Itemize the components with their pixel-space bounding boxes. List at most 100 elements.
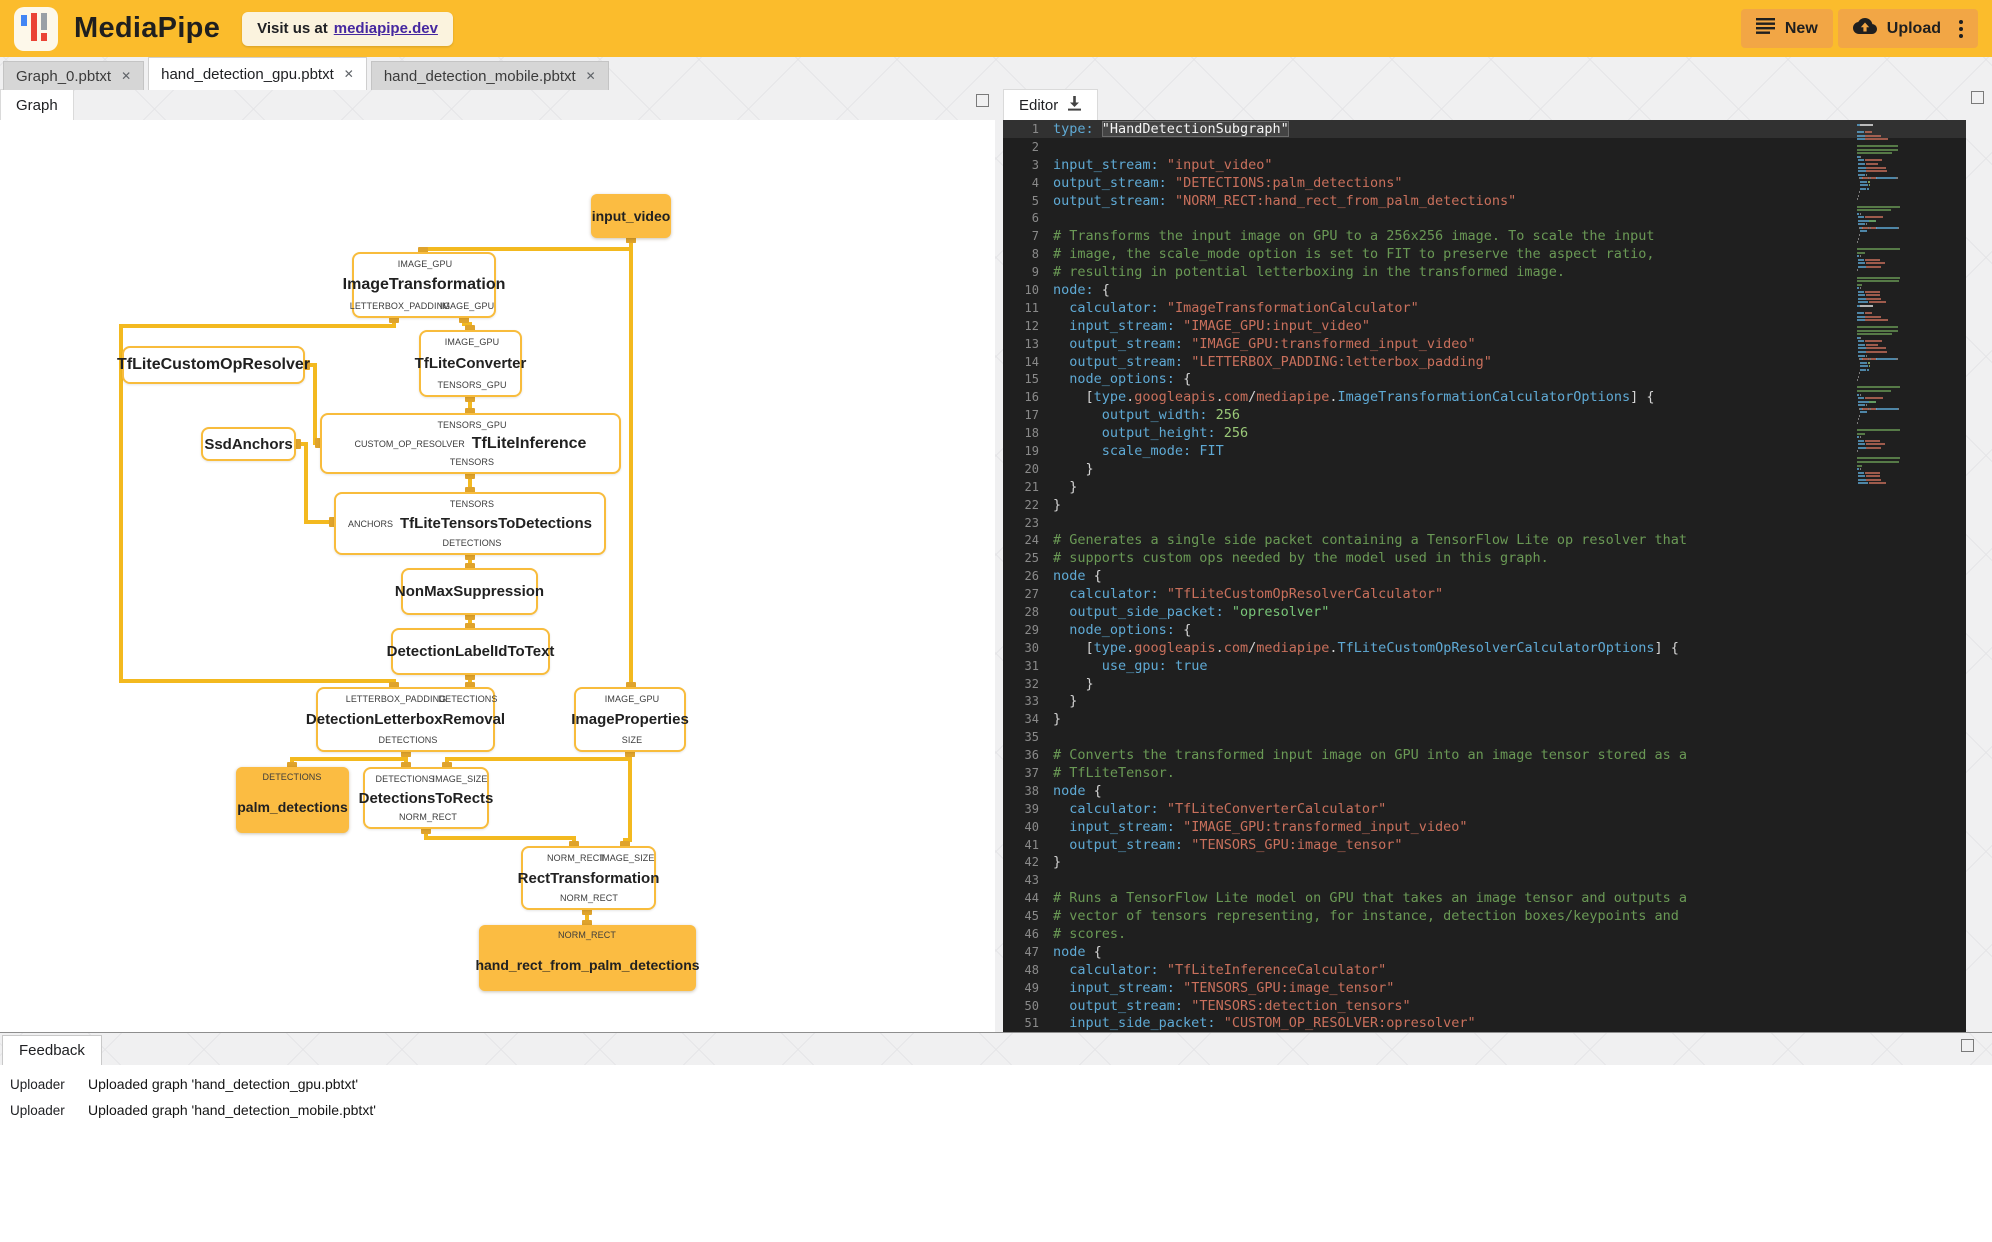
file-tab-label: hand_detection_gpu.pbtxt: [161, 65, 334, 83]
code-line: 4 output_stream: "DETECTIONS:palm_detecti…: [1003, 174, 1966, 192]
line-number: 7: [1031, 229, 1039, 244]
graph-node-TfLiteConverter[interactable]: IMAGE_GPU TENSORS_GPU TfLiteConverter: [415, 330, 526, 397]
line-number: 46: [1024, 927, 1039, 942]
node-title: hand_rect_from_palm_detections: [475, 956, 700, 973]
graph-edge: [445, 752, 632, 767]
tab-graph-label: Graph: [16, 96, 58, 114]
code-line: 37 # TfLiteTensor.: [1003, 764, 1966, 782]
line-number: 10: [1024, 282, 1039, 297]
code-line: 1 type: "HandDetectionSubgraph": [1003, 120, 1966, 138]
graph-node-DetectionLabelIdToText[interactable]: DetectionLabelIdToText: [387, 628, 554, 675]
code-line: 31 use_gpu: true: [1003, 657, 1966, 675]
graph-canvas[interactable]: input_video IMAGE_GPU LETTERBOX_PADDING IMA…: [0, 120, 995, 1032]
graph-node-TfLiteCustomOpResolver[interactable]: TfLiteCustomOpResolver: [117, 346, 310, 384]
tab-feedback[interactable]: Feedback: [2, 1035, 102, 1065]
code-editor[interactable]: 1 type: "HandDetectionSubgraph" 2 3 input_st…: [1003, 120, 1966, 1032]
graph-node-DetectionLetterboxRemoval[interactable]: LETTERBOX_PADDING DETECTIONS DETECTIONS Det…: [306, 687, 505, 752]
line-number: 30: [1024, 640, 1039, 655]
line-number: 28: [1024, 604, 1039, 619]
code-line: 43: [1003, 871, 1966, 889]
upload-button-label: Upload: [1886, 19, 1941, 37]
line-number: 9: [1031, 265, 1039, 280]
close-tab-icon[interactable]: ✕: [344, 67, 354, 81]
file-tab-label: Graph_0.pbtxt: [16, 67, 112, 85]
node-title: DetectionLabelIdToText: [386, 643, 555, 660]
code-line: 17 output_width: 256: [1003, 406, 1966, 424]
graph-node-ImageProperties[interactable]: IMAGE_GPU SIZE ImageProperties: [571, 687, 689, 752]
node-title: TfLiteCustomOpResolver: [117, 356, 310, 373]
graph-node-TfLiteTensorsToDetections[interactable]: TENSORS DETECTIONS ANCHORS TfLiteTensorsToD…: [334, 492, 606, 555]
graph-node-palm_detections[interactable]: DETECTIONS palm_detections: [236, 767, 349, 833]
file-tab-hand_detection_gpu.pbtxt[interactable]: hand_detection_gpu.pbtxt ✕: [148, 57, 367, 90]
graph-node-ImageTransformation[interactable]: IMAGE_GPU LETTERBOX_PADDING IMAGE_GPU Image…: [343, 252, 505, 318]
code-line: 39 calculator: "TfLiteConverterCalculato…: [1003, 800, 1966, 818]
feedback-source: Uploader: [10, 1102, 65, 1118]
line-number: 25: [1024, 551, 1039, 566]
line-number: 35: [1024, 730, 1039, 745]
graph-node-DetectionsToRects[interactable]: DETECTIONS IMAGE_SIZE NORM_RECT DetectionsT…: [359, 767, 493, 829]
graph-node-input_video[interactable]: input_video: [591, 194, 671, 238]
node-title: input_video: [591, 208, 671, 224]
graph-popout-icon[interactable]: [976, 94, 989, 107]
visit-text: Visit us at: [257, 20, 328, 37]
editor-popout-icon[interactable]: [1971, 91, 1984, 104]
feedback-popout-icon[interactable]: [1961, 1039, 1974, 1052]
line-number: 45: [1024, 909, 1039, 924]
node-title: palm_detections: [237, 798, 348, 815]
graph-edge: [424, 829, 576, 846]
upload-button[interactable]: Upload: [1837, 9, 1978, 48]
line-number: 14: [1024, 354, 1039, 369]
graph-node-hand_rect_from_palm_detections[interactable]: NORM_RECT hand_rect_from_palm_detections: [475, 925, 700, 991]
line-number: 27: [1024, 587, 1039, 602]
code-line: 28 output_side_packet: "opresolver": [1003, 603, 1966, 621]
line-number: 22: [1024, 497, 1039, 512]
line-number: 41: [1024, 837, 1039, 852]
line-number: 47: [1024, 944, 1039, 959]
graph-edge: [623, 752, 632, 846]
code-line: 19 scale_mode: FIT: [1003, 442, 1966, 460]
tab-editor[interactable]: Editor: [1003, 89, 1099, 120]
code-line: 27 calculator: "TfLiteCustomOpResolverCa…: [1003, 585, 1966, 603]
app-header: MediaPipe Visit us at mediapipe.dev New: [0, 0, 1992, 57]
more-options-icon[interactable]: [1951, 19, 1963, 38]
visit-link[interactable]: mediapipe.dev: [334, 20, 438, 37]
code-line: 48 calculator: "TfLiteInferenceCalculato…: [1003, 961, 1966, 979]
code-line: 45 # vector of tensors representing, for …: [1003, 907, 1966, 925]
code-line: 35: [1003, 728, 1966, 746]
line-number: 51: [1024, 1016, 1039, 1031]
line-number: 4: [1031, 175, 1039, 190]
new-button[interactable]: New: [1740, 9, 1833, 48]
graph-node-TfLiteInference[interactable]: TENSORS_GPU TENSORS CUSTOM_OP_RESOLVER TfLi…: [320, 413, 621, 474]
graph-edge: [305, 363, 320, 445]
close-tab-icon[interactable]: ✕: [586, 69, 596, 83]
line-number: 37: [1024, 766, 1039, 780]
line-number: 3: [1031, 157, 1039, 172]
code-line: 13 output_stream: "IMAGE_GPU:transformed…: [1003, 335, 1966, 353]
code-line: 51 input_side_packet: "CUSTOM_OP_RESOLVE…: [1003, 1015, 1966, 1032]
line-number: 12: [1024, 318, 1039, 333]
mediapipe-visualizer: MediaPipe Visit us at mediapipe.dev New: [0, 0, 1992, 1242]
code-line: 8 # image, the scale_mode option is set t…: [1003, 245, 1966, 263]
feedback-content: Uploader Uploaded graph 'hand_detection_g…: [0, 1065, 1992, 1242]
file-tab-hand_detection_mobile.pbtxt[interactable]: hand_detection_mobile.pbtxt ✕: [370, 61, 609, 90]
code-line: 32 }: [1003, 675, 1966, 693]
feedback-message: Uploaded graph 'hand_detection_gpu.pbtxt…: [88, 1076, 359, 1092]
close-tab-icon[interactable]: ✕: [121, 69, 131, 83]
line-number: 48: [1024, 962, 1039, 977]
line-number: 38: [1024, 783, 1039, 798]
code-lines: 1 type: "HandDetectionSubgraph" 2 3 input_st…: [1003, 120, 1966, 1032]
file-tab-bar: Graph_0.pbtxt ✕ hand_detection_gpu.pbtxt ✕ h…: [0, 57, 1992, 90]
line-number: 24: [1024, 533, 1039, 548]
code-line: 50 output_stream: "TENSORS:detection_ten…: [1003, 997, 1966, 1015]
download-icon[interactable]: [1067, 95, 1082, 115]
feedback-panel: Uploader Uploaded graph 'hand_detection_g…: [0, 1032, 1992, 1242]
tab-graph[interactable]: Graph: [0, 89, 74, 120]
graph-node-SsdAnchors[interactable]: SsdAnchors: [201, 427, 296, 461]
code-line: 11 calculator: "ImageTransformationCalcu…: [1003, 299, 1966, 317]
code-line: 38 node {: [1003, 782, 1966, 800]
node-title: DetectionsToRects: [358, 789, 494, 807]
file-tab-Graph_0.pbtxt[interactable]: Graph_0.pbtxt ✕: [3, 61, 145, 90]
minimap[interactable]: [1857, 124, 1953, 486]
graph-node-NonMaxSuppression[interactable]: NonMaxSuppression: [395, 568, 544, 615]
graph-node-RectTransformation[interactable]: NORM_RECT IMAGE_SIZE NORM_RECT RectTransfor…: [518, 846, 659, 910]
